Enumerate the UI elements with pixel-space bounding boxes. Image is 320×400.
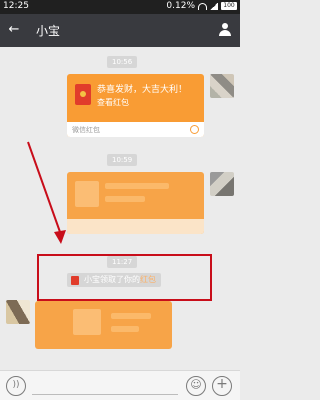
redpacket-message[interactable]: 恭喜发财，大吉大利！ 查看红包 微信红包 — [67, 74, 204, 137]
redpacket-icon — [75, 84, 91, 105]
input-bar: )) ☺ + — [0, 370, 240, 400]
blurred-redpacket-message[interactable] — [67, 172, 204, 234]
chat-title: 小宝 — [36, 24, 61, 38]
message-input[interactable] — [32, 377, 178, 395]
wifi-icon — [198, 2, 207, 10]
blurred-text — [111, 313, 151, 319]
redpacket-action: 查看红包 — [97, 98, 129, 107]
timestamp-2: 10:59 — [107, 154, 138, 166]
title-bar: ← 小宝 — [0, 14, 240, 47]
blurred-incoming-message[interactable] — [35, 301, 172, 349]
blurred-icon — [73, 309, 101, 335]
wechat-pay-icon — [190, 125, 199, 134]
redpacket-greeting: 恭喜发财，大吉大利！ — [97, 85, 188, 95]
blurred-footer — [67, 219, 204, 234]
status-bar: 12:25 0.12% 100 — [0, 0, 240, 14]
status-time: 12:25 — [3, 1, 29, 11]
person-icon[interactable] — [218, 23, 232, 37]
blurred-text — [105, 196, 145, 202]
avatar-self-2[interactable] — [210, 172, 234, 196]
blurred-icon — [75, 181, 99, 207]
blurred-text — [105, 183, 169, 189]
highlight-annotation-box — [37, 254, 212, 301]
avatar-self-1[interactable] — [210, 74, 234, 98]
back-arrow-icon[interactable]: ← — [6, 22, 22, 38]
emoji-icon[interactable]: ☺ — [186, 376, 206, 396]
battery-icon: 100 — [221, 2, 237, 10]
status-icons: 0.12% 100 — [166, 1, 237, 11]
timestamp-1: 10:56 — [107, 56, 138, 68]
redpacket-footer: 微信红包 — [67, 122, 204, 137]
redpacket-footer-label: 微信红包 — [72, 126, 100, 134]
voice-icon[interactable]: )) — [6, 376, 26, 396]
blurred-text — [111, 326, 139, 332]
avatar-contact[interactable] — [6, 300, 30, 324]
plus-icon[interactable]: + — [212, 376, 232, 396]
signal-icon — [210, 2, 218, 10]
data-speed: 0.12% — [166, 1, 195, 11]
